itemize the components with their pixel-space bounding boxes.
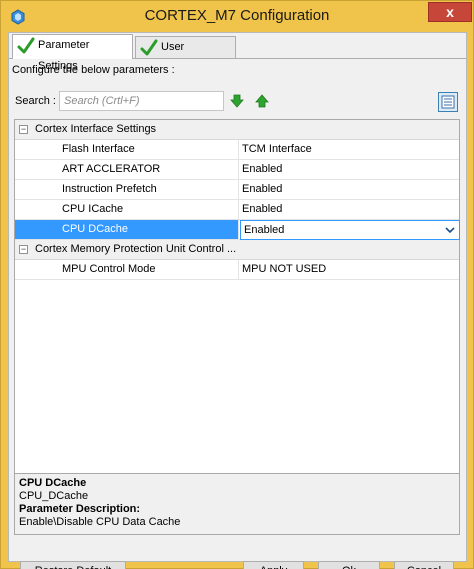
property-value: MPU NOT USED <box>238 260 459 280</box>
info-desc-label: Parameter Description: <box>19 503 141 515</box>
tab-parameter-settings[interactable]: Parameter Settings <box>12 34 133 72</box>
property-row-selected[interactable]: CPU DCache Enabled <box>15 220 460 240</box>
tab-user-constants[interactable]: User Constants <box>135 36 236 74</box>
category-row[interactable]: − Cortex Interface Settings <box>15 120 459 140</box>
info-description: Enable\Disable CPU Data Cache <box>19 516 181 528</box>
list-view-icon <box>441 95 455 109</box>
arrow-down-icon[interactable] <box>230 94 244 108</box>
arrow-up-icon[interactable] <box>255 94 269 108</box>
category-label: Cortex Interface Settings <box>35 123 157 135</box>
property-name: Flash Interface <box>62 143 135 155</box>
property-row[interactable]: ART ACCLERATOR Enabled <box>15 160 459 180</box>
info-id: CPU_DCache <box>19 490 89 502</box>
chevron-down-icon <box>445 227 455 234</box>
restore-default-button[interactable]: Restore Default <box>20 561 126 569</box>
configuration-window: CORTEX_M7 Configuration x Parameter Sett… <box>0 0 474 569</box>
ok-button[interactable]: Ok <box>318 561 380 569</box>
property-name: MPU Control Mode <box>62 263 156 275</box>
parameter-settings-panel: Configure the below parameters : Search … <box>9 59 466 569</box>
category-label: Cortex Memory Protection Unit Control ..… <box>35 243 237 255</box>
property-row[interactable]: Instruction Prefetch Enabled <box>15 180 459 200</box>
property-value: Enabled <box>238 200 459 220</box>
property-grid: − Cortex Interface Settings Flash Interf… <box>14 119 460 481</box>
property-row[interactable]: CPU ICache Enabled <box>15 200 459 220</box>
property-name: Instruction Prefetch <box>62 183 157 195</box>
property-name: CPU DCache <box>62 223 129 235</box>
close-button[interactable]: x <box>428 2 472 22</box>
list-view-button[interactable] <box>438 92 458 112</box>
collapse-icon[interactable]: − <box>19 245 28 254</box>
value-dropdown[interactable]: Enabled <box>240 220 460 240</box>
property-value: Enabled <box>238 180 459 200</box>
client-area: Parameter Settings User Constants Config… <box>8 32 467 569</box>
instructions-text: Configure the below parameters : <box>12 64 175 76</box>
property-row[interactable]: MPU Control Mode MPU NOT USED <box>15 260 459 280</box>
title-bar[interactable]: CORTEX_M7 Configuration x <box>1 1 473 32</box>
search-input[interactable] <box>59 91 224 111</box>
property-name: ART ACCLERATOR <box>62 163 161 175</box>
check-icon <box>140 39 158 56</box>
check-icon <box>17 37 35 54</box>
info-title: CPU DCache <box>19 477 87 489</box>
description-panel: CPU DCache CPU_DCache Parameter Descript… <box>14 473 460 535</box>
collapse-icon[interactable]: − <box>19 125 28 134</box>
search-label: Search : <box>15 95 56 107</box>
property-row[interactable]: Flash Interface TCM Interface <box>15 140 459 160</box>
property-value: Enabled <box>238 160 459 180</box>
category-row[interactable]: − Cortex Memory Protection Unit Control … <box>15 240 459 260</box>
property-value: TCM Interface <box>238 140 459 160</box>
cancel-button[interactable]: Cancel <box>394 561 454 569</box>
dropdown-value: Enabled <box>244 224 285 236</box>
window-title: CORTEX_M7 Configuration <box>144 7 330 24</box>
apply-button[interactable]: Apply <box>243 561 304 569</box>
property-name: CPU ICache <box>62 203 124 215</box>
